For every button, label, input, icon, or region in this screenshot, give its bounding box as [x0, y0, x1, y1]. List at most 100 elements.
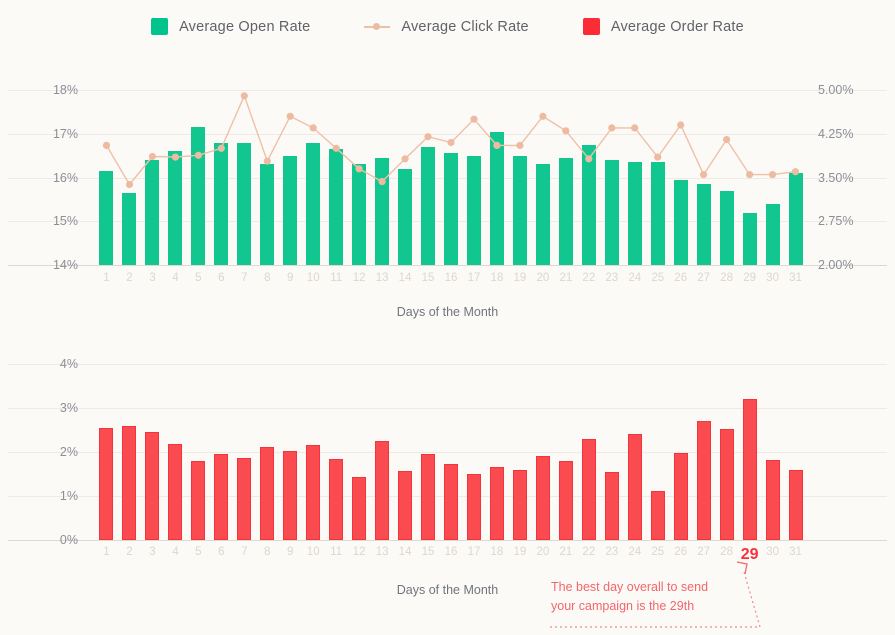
x-axis-tick-label: 2 — [126, 546, 133, 558]
click-rate-data-point[interactable] — [102, 141, 111, 149]
bar-column[interactable] — [210, 364, 233, 540]
click-rate-data-point[interactable] — [447, 138, 455, 147]
bar — [168, 444, 183, 540]
click-rate-data-point[interactable] — [286, 112, 294, 120]
click-rate-data-point[interactable] — [585, 155, 593, 163]
bar-column[interactable] — [761, 364, 784, 540]
bar-column[interactable] — [600, 364, 623, 540]
x-axis-tick-label: 18 — [490, 272, 504, 284]
bar-column[interactable] — [233, 364, 256, 540]
y-axis-tick-label: 4% — [59, 357, 78, 371]
y-axis-tick-label: 0% — [59, 533, 78, 547]
bar-column[interactable] — [508, 364, 531, 540]
bar — [673, 453, 688, 540]
click-rate-data-point[interactable] — [309, 124, 317, 132]
bar-column[interactable] — [348, 364, 371, 540]
bar-column[interactable] — [692, 364, 715, 540]
bar-column[interactable] — [577, 364, 600, 540]
click-rate-data-point[interactable] — [562, 127, 570, 135]
click-rate-data-point[interactable] — [516, 141, 524, 149]
click-rate-data-point[interactable] — [768, 171, 777, 179]
legend-label-order-rate: Average Order Rate — [610, 18, 744, 35]
click-rate-data-point[interactable] — [424, 133, 432, 141]
click-rate-data-point[interactable] — [470, 115, 478, 123]
x-axis-tick-label: 26 — [674, 272, 688, 284]
x-axis-tick-label: 10 — [306, 546, 320, 558]
click-rate-data-point[interactable] — [378, 178, 386, 186]
bar-column[interactable] — [118, 364, 141, 540]
click-rate-data-point[interactable] — [654, 153, 662, 161]
click-rate-data-point[interactable] — [791, 168, 800, 176]
y-axis-tick-label: 4.25% — [818, 126, 854, 141]
x-axis-tick-label: 15 — [421, 546, 435, 558]
click-rate-data-point[interactable] — [493, 141, 501, 149]
bar-column[interactable] — [164, 364, 187, 540]
y-axis-tick-label: 14% — [52, 258, 78, 272]
bar-column[interactable] — [646, 364, 669, 540]
bar-column[interactable] — [187, 364, 210, 540]
bar-column[interactable] — [417, 364, 440, 540]
x-axis-tick-label: 8 — [264, 272, 271, 284]
y-axis-tick-label: 18% — [52, 83, 78, 97]
bar-column[interactable] — [371, 364, 394, 540]
bar — [398, 470, 413, 540]
x-axis-tick-label: 19 — [513, 272, 527, 284]
legend-item-open-rate[interactable]: Average Open Rate — [151, 18, 310, 35]
bar-column[interactable] — [715, 364, 738, 540]
bar-column[interactable] — [141, 364, 164, 540]
click-rate-data-point[interactable] — [677, 121, 685, 129]
bar-column[interactable] — [485, 364, 508, 540]
click-rate-data-point[interactable] — [194, 151, 202, 159]
x-axis-tick-label: 12 — [352, 272, 366, 284]
x-axis-tick-label: 9 — [287, 546, 294, 558]
click-rate-data-point[interactable] — [631, 124, 639, 132]
x-axis-tick-label: 31 — [789, 546, 802, 558]
click-rate-data-point[interactable] — [401, 155, 409, 163]
click-rate-data-point[interactable] — [148, 152, 156, 161]
legend-item-order-rate[interactable]: Average Order Rate — [582, 18, 744, 35]
bar — [329, 459, 344, 540]
click-rate-data-point[interactable] — [355, 165, 363, 173]
bar — [375, 440, 390, 540]
bar-column[interactable] — [669, 364, 692, 540]
bar — [581, 438, 596, 540]
bar-column[interactable] — [554, 364, 577, 540]
annotation-arrow-icon — [550, 561, 761, 628]
y-axis-tick-label: 1% — [59, 489, 78, 503]
click-rate-data-point[interactable] — [240, 92, 248, 100]
bar — [719, 428, 734, 540]
bar — [535, 456, 550, 540]
x-axis-tick-label: 12 — [352, 546, 366, 558]
bar-column[interactable] — [394, 364, 417, 540]
click-rate-data-point[interactable] — [608, 124, 616, 132]
click-rate-data-point[interactable] — [171, 153, 179, 161]
chart-page: Average Open Rate Average Click Rate Ave… — [0, 0, 895, 635]
bar-column[interactable] — [463, 364, 486, 540]
bar-column[interactable] — [531, 364, 554, 540]
click-rate-data-point[interactable] — [700, 171, 708, 179]
bar — [696, 421, 711, 540]
click-rate-data-point[interactable] — [217, 144, 225, 152]
bar — [512, 470, 527, 540]
bar-column[interactable] — [784, 364, 807, 540]
bar-column[interactable] — [302, 364, 325, 540]
chart-legend: Average Open Rate Average Click Rate Ave… — [0, 18, 895, 35]
click-rate-data-point[interactable] — [723, 136, 731, 144]
x-axis-tick-label: 24 — [628, 272, 642, 284]
bar-column[interactable] — [440, 364, 463, 540]
bar-column[interactable] — [95, 364, 118, 540]
open-click-rate-chart: 14% 15% 16% 17% 18% 2.00% 2.75% 3.50% 4.25% 5.00… — [0, 75, 895, 300]
click-rate-data-point[interactable] — [332, 144, 340, 152]
legend-item-click-rate[interactable]: Average Click Rate — [364, 18, 529, 35]
bar-column[interactable] — [256, 364, 279, 540]
click-rate-line — [102, 92, 800, 189]
line-marker-swatch-icon — [364, 18, 391, 35]
click-rate-data-point[interactable] — [263, 157, 271, 165]
click-rate-data-point[interactable] — [746, 171, 754, 179]
bar-column[interactable] — [325, 364, 348, 540]
bar-column[interactable] — [623, 364, 646, 540]
click-rate-data-point[interactable] — [539, 112, 547, 120]
click-rate-data-point[interactable] — [125, 180, 134, 189]
bar-column[interactable] — [279, 364, 302, 540]
bar-column[interactable] — [738, 364, 761, 540]
